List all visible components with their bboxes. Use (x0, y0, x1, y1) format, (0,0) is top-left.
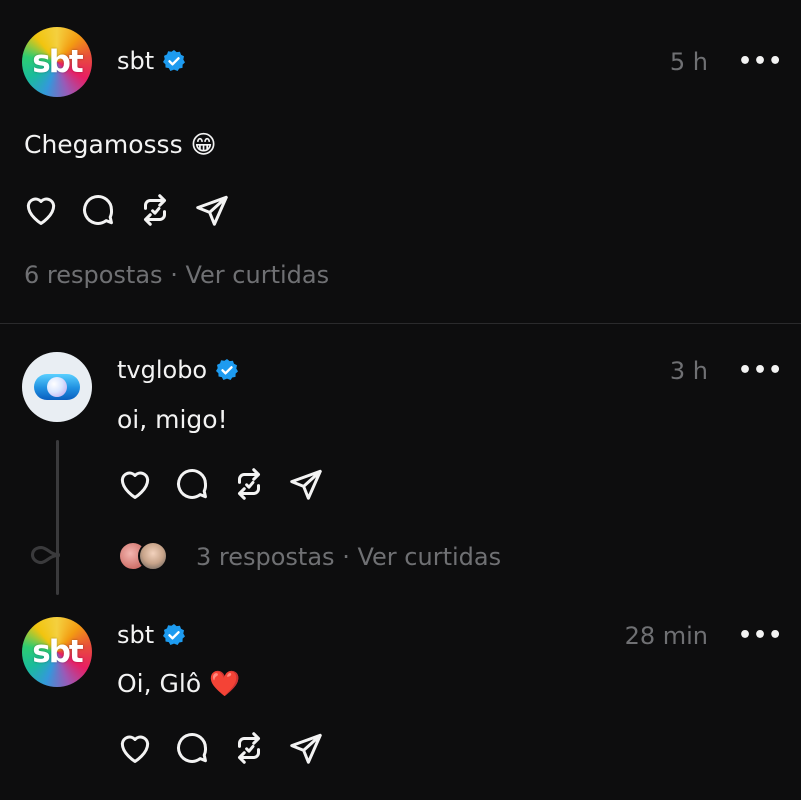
username-label: sbt (117, 621, 155, 649)
post-username[interactable]: tvglobo (117, 356, 239, 384)
post-text: Oi, Glô ❤️ (117, 669, 240, 699)
verified-icon (163, 50, 186, 71)
post-time: 28 min (624, 622, 708, 650)
sbt-avatar[interactable]: sbt (22, 27, 92, 97)
tvglobo-avatar[interactable] (22, 352, 92, 422)
likes-link[interactable]: Ver curtidas (357, 543, 501, 571)
share-icon[interactable] (287, 465, 325, 503)
replier-avatar (138, 541, 168, 571)
replies-link[interactable]: 3 respostas (196, 543, 335, 571)
globo-logo-sphere (47, 377, 67, 397)
comment-icon[interactable] (173, 465, 211, 503)
post-text-content: oi, migo! (117, 405, 228, 434)
username-label: sbt (117, 47, 155, 75)
verified-icon (216, 359, 239, 380)
post-actions (116, 729, 325, 767)
post-username[interactable]: sbt (117, 621, 186, 649)
likes-link[interactable]: Ver curtidas (185, 261, 329, 289)
more-icon[interactable]: ••• (738, 358, 783, 383)
more-icon[interactable]: ••• (738, 623, 783, 648)
post-meta: 6 respostas · Ver curtidas (24, 261, 329, 289)
meta-separator: · (170, 261, 178, 289)
grin-emoji: 😁 (190, 130, 217, 159)
sbt-avatar[interactable]: sbt (22, 617, 92, 687)
post-actions (22, 191, 231, 229)
comment-icon[interactable] (173, 729, 211, 767)
post-divider (0, 323, 801, 324)
heart-emoji: ❤️ (209, 669, 241, 698)
post-time: 5 h (669, 48, 708, 76)
post-text: Chegamosss 😁 (24, 130, 217, 159)
thread-line (56, 440, 59, 595)
more-icon[interactable]: ••• (738, 49, 783, 74)
meta-separator: · (342, 543, 350, 571)
verified-icon (163, 624, 186, 645)
share-icon[interactable] (287, 729, 325, 767)
share-icon[interactable] (193, 191, 231, 229)
reply-avatars[interactable] (118, 541, 174, 573)
post-text-content: Oi, Glô (117, 669, 202, 698)
comment-icon[interactable] (79, 191, 117, 229)
repost-icon[interactable] (230, 729, 268, 767)
post-username[interactable]: sbt (117, 47, 186, 75)
sbt-avatar-logo: sbt (32, 634, 83, 670)
post-time: 3 h (669, 357, 708, 385)
repost-icon[interactable] (136, 191, 174, 229)
repost-icon[interactable] (230, 465, 268, 503)
post-text-content: Chegamosss (24, 130, 183, 159)
heart-icon[interactable] (116, 465, 154, 503)
heart-icon[interactable] (22, 191, 60, 229)
sbt-avatar-logo: sbt (32, 44, 83, 80)
post-meta: 3 respostas · Ver curtidas (196, 543, 501, 571)
username-label: tvglobo (117, 356, 208, 384)
post-text: oi, migo! (117, 405, 228, 434)
globo-logo (34, 374, 80, 400)
post-actions (116, 465, 325, 503)
thread-loop-icon (30, 545, 60, 565)
replies-link[interactable]: 6 respostas (24, 261, 163, 289)
heart-icon[interactable] (116, 729, 154, 767)
